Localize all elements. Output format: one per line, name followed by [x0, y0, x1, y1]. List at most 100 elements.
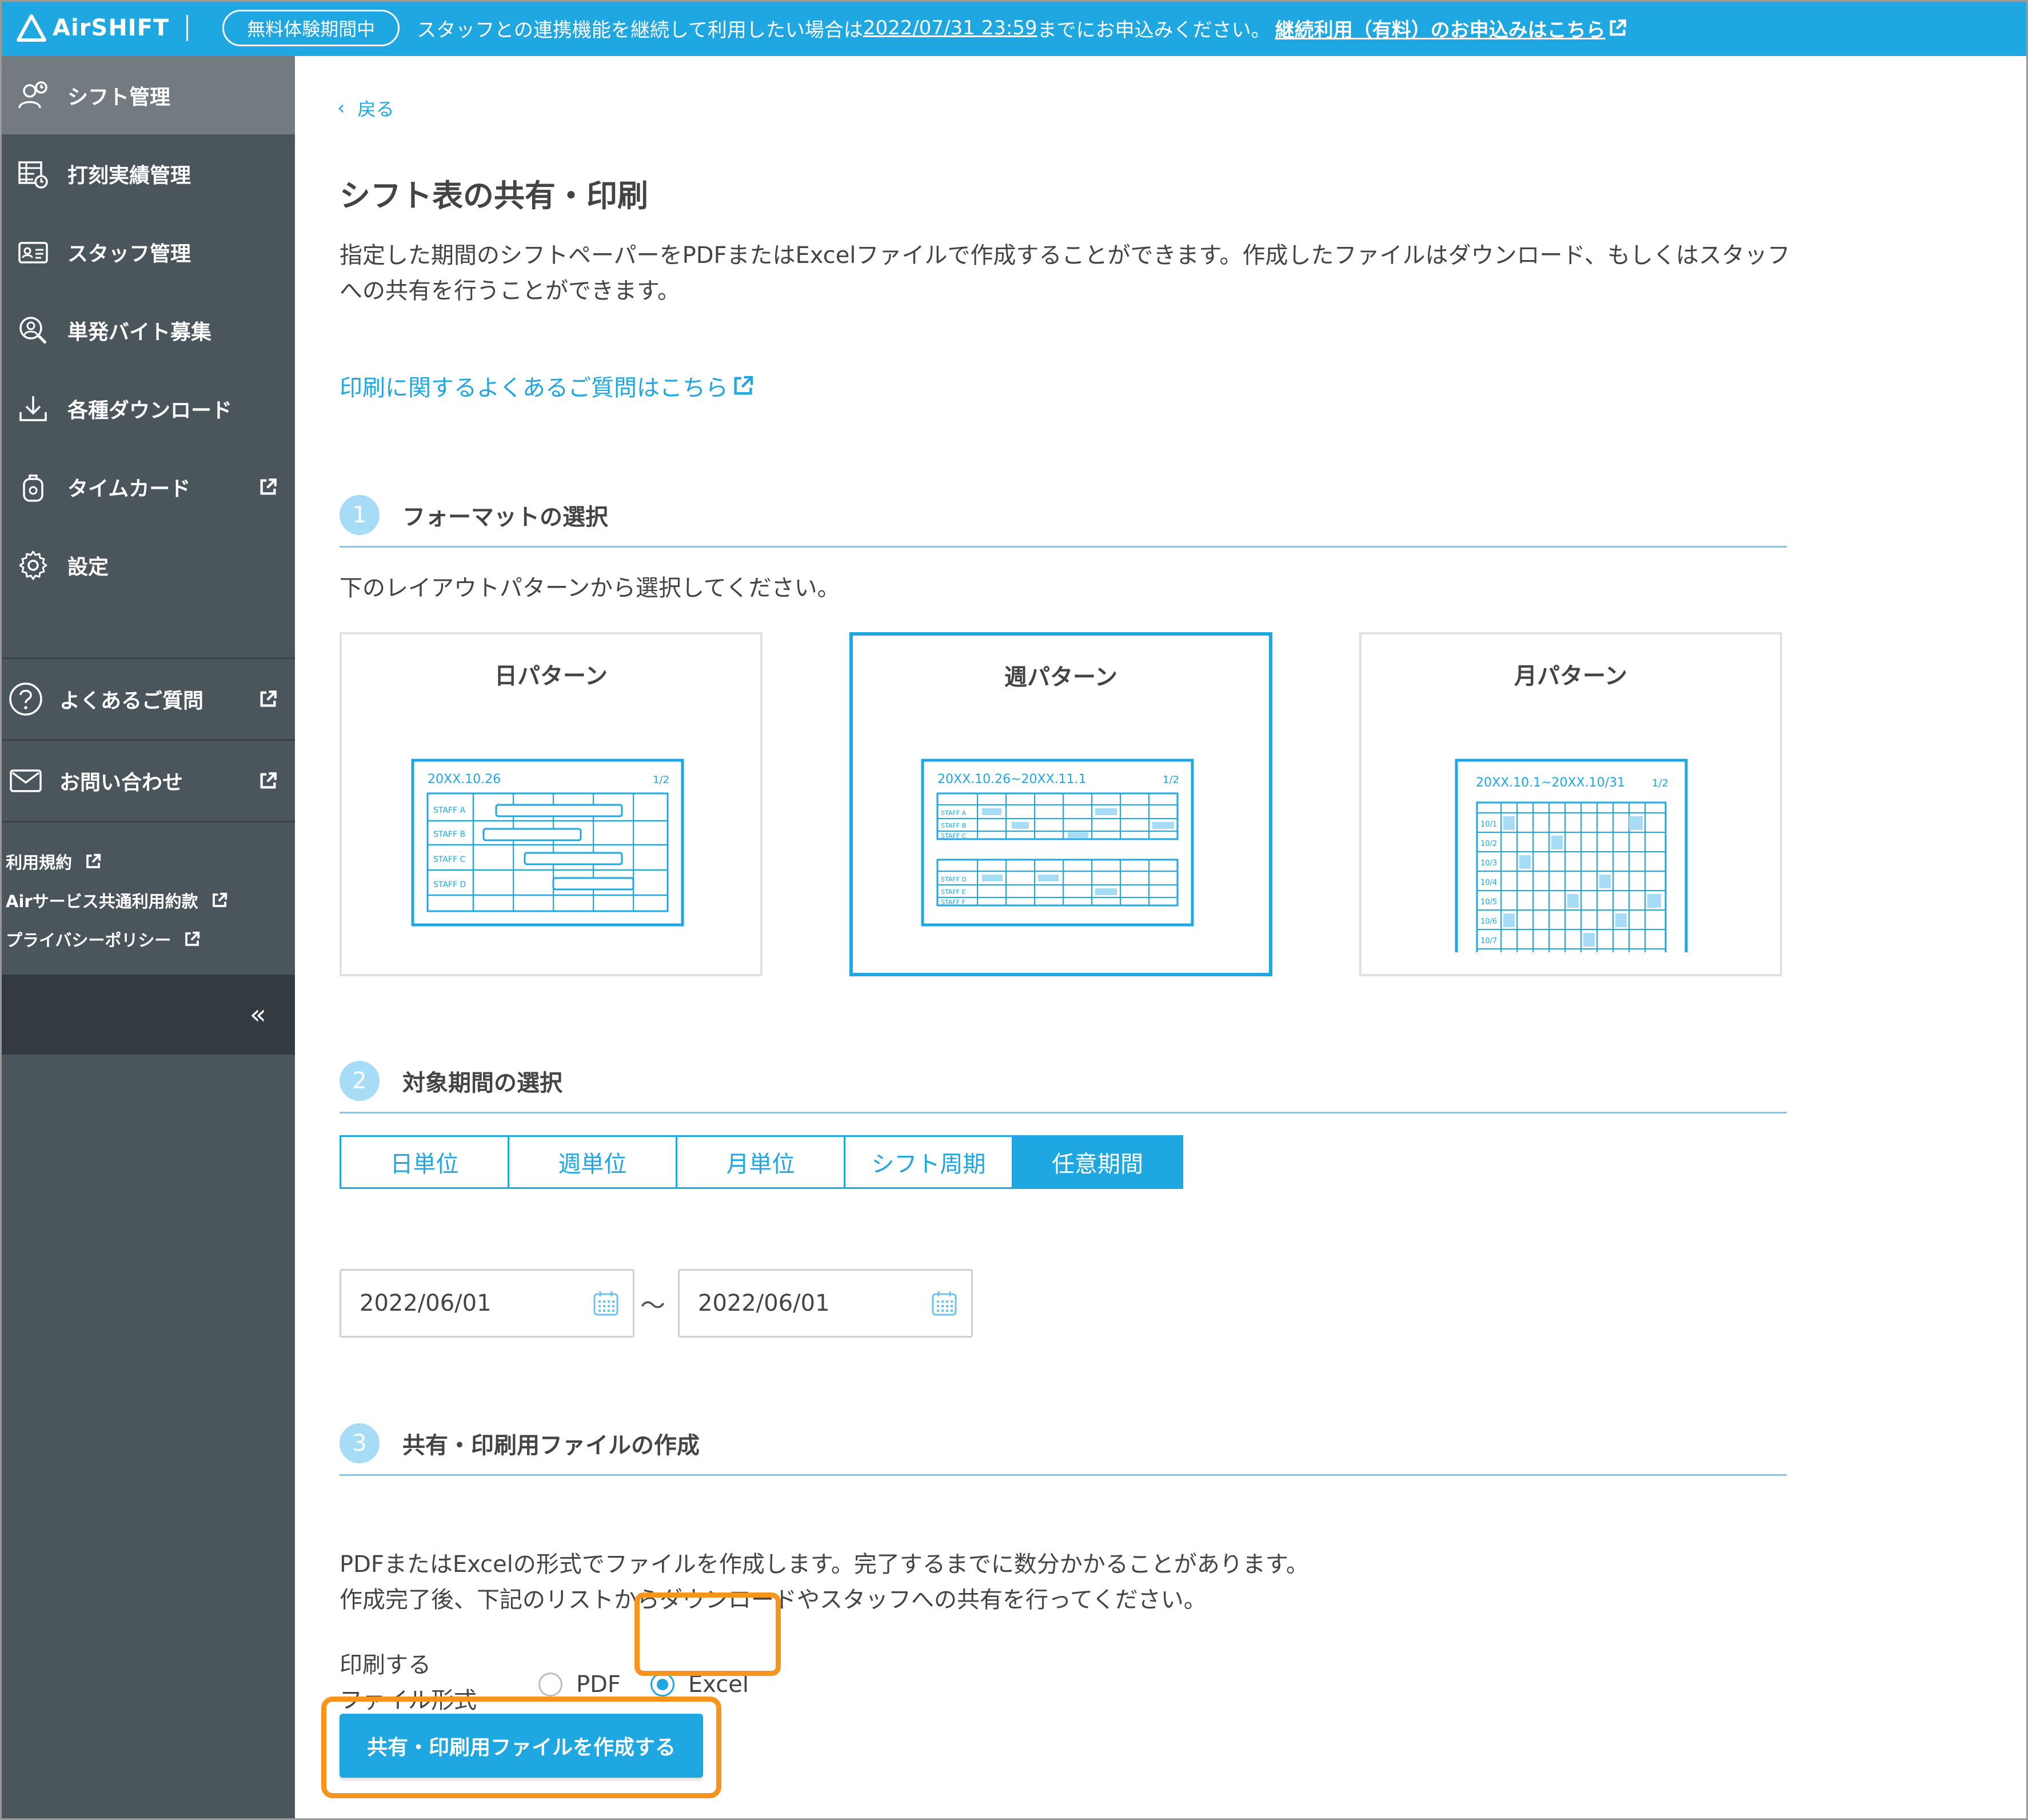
preview-page: 1/2 [1652, 777, 1668, 789]
preview-day: 10/3 [1480, 859, 1497, 868]
calendar-icon[interactable] [930, 1289, 959, 1318]
pattern-card-day[interactable]: 日パターン 20XX.10.26 1/2 STAFF A STAFF B STA… [340, 632, 763, 976]
sidebar-item-settings[interactable]: 設定 [0, 526, 295, 604]
tab-shift-cycle[interactable]: シフト周期 [845, 1137, 1013, 1187]
step3-desc-line1: PDFまたはExcelの形式でファイルを作成します。完了するまでに数分かかること… [340, 1551, 1309, 1578]
intro-text: 指定した期間のシフトペーパーをPDFまたはExcelファイルで作成することができ… [340, 242, 1790, 304]
step-number: 2 [340, 1060, 380, 1101]
preview-day: 10/7 [1480, 937, 1497, 945]
start-date-input[interactable]: 2022/06/01 [340, 1269, 634, 1338]
airshift-logo-icon [17, 14, 46, 42]
banner-message: スタッフとの連携機能を継続して利用したい場合は 2022/07/31 23:59… [417, 14, 1627, 42]
radio-label: PDF [576, 1671, 621, 1698]
preview-staff: STAFF A [433, 806, 465, 815]
step3-description: PDFまたはExcelの形式でファイルを作成します。完了するまでに数分かかること… [340, 1547, 1309, 1618]
preview-day: 10/1 [1480, 820, 1497, 829]
sidebar-item-label: タイムカード [67, 477, 191, 501]
sidebar-item-faq[interactable]: よくあるご質問 [0, 659, 295, 739]
preview-staff: STAFF B [941, 822, 966, 829]
chevron-double-left-icon: « [249, 999, 266, 1031]
help-icon [9, 682, 42, 716]
preview-staff: STAFF C [941, 832, 967, 840]
preview-staff: STAFF F [941, 899, 965, 906]
external-link-icon [260, 772, 277, 789]
sidebar-item-label: 打刻実績管理 [67, 163, 191, 187]
sidebar-collapse-button[interactable]: « [0, 975, 295, 1055]
back-link[interactable]: ‹ 戻る [337, 95, 394, 121]
staff-card-icon [18, 241, 48, 264]
start-date-value: 2022/06/01 [360, 1290, 492, 1316]
external-link-icon [260, 478, 277, 494]
calendar-icon[interactable] [592, 1289, 620, 1318]
banner-message-before: スタッフとの連携機能を継続して利用したい場合は [417, 18, 863, 42]
pattern-card-week[interactable]: 週パターン 20XX.10.26~20XX.11.1 1/2 STAFF A S… [849, 632, 1272, 976]
preview-staff: STAFF D [433, 880, 466, 889]
sidebar-item-label: シフト管理 [67, 85, 171, 109]
date-range-separator: 〜 [640, 1291, 665, 1320]
tab-weekly[interactable]: 週単位 [509, 1137, 677, 1187]
tab-custom-period[interactable]: 任意期間 [1013, 1137, 1181, 1187]
preview-staff: STAFF C [433, 855, 465, 864]
sidebar-item-staff[interactable]: スタッフ管理 [0, 213, 295, 291]
sidebar-item-label: 各種ダウンロード [67, 398, 233, 422]
external-link-icon [734, 376, 753, 395]
pattern-title: 月パターン [1514, 663, 1627, 689]
sidebar-item-recruit[interactable]: 単発バイト募集 [0, 291, 295, 369]
step-number: 3 [340, 1423, 380, 1463]
end-date-input[interactable]: 2022/06/01 [678, 1269, 973, 1338]
preview-staff: STAFF B [433, 830, 465, 839]
sidebar-item-downloads[interactable]: 各種ダウンロード [0, 369, 295, 448]
gear-icon [19, 550, 47, 580]
external-link-icon [212, 892, 227, 907]
external-link-icon [185, 931, 200, 946]
page-title: シフト表の共有・印刷 [340, 178, 648, 214]
recruit-search-icon [19, 316, 47, 344]
main-content: ‹ 戻る シフト表の共有・印刷 指定した期間のシフトペーパーをPDFまたはExc… [295, 56, 2028, 1820]
sidebar-item-label: お問い合わせ [59, 771, 183, 795]
sidebar-item-timecard[interactable]: タイムカード [0, 448, 295, 526]
privacy-policy-link[interactable]: プライバシーポリシー [6, 920, 295, 959]
preview-day: 10/6 [1480, 917, 1497, 926]
legal-link-label: プライバシーポリシー [6, 931, 171, 950]
legal-links: 利用規約 Airサービス共通利用約款 プライバシーポリシー [0, 823, 295, 975]
banner-message-after: までにお申込みください。 [1037, 18, 1271, 42]
sidebar-item-contact[interactable]: お問い合わせ [0, 741, 295, 821]
step1-description: 下のレイアウトパターンから選択してください。 [340, 575, 840, 601]
sidebar-item-attendance[interactable]: 打刻実績管理 [0, 134, 295, 213]
end-date-value: 2022/06/01 [698, 1290, 830, 1316]
radio-circle[interactable] [650, 1673, 674, 1697]
step-title: フォーマットの選択 [402, 504, 608, 530]
banner-deadline: 2022/07/31 23:59 [863, 17, 1037, 39]
sidebar-item-shift[interactable]: シフト管理 [0, 56, 295, 134]
sidebar: シフト管理 打刻実績管理 スタッフ管理 単発バイト募集 各種ダウンロード タイム… [0, 56, 295, 1820]
step1-header: 1 フォーマットの選択 [340, 484, 1787, 548]
format-radio-pdf[interactable]: PDF [538, 1671, 621, 1698]
download-icon [19, 396, 47, 421]
apply-link[interactable]: 継続利用（有料）のお申込みはこちら [1275, 14, 1627, 42]
sidebar-item-label: スタッフ管理 [67, 242, 191, 266]
airshift-logo[interactable]: AirSHIFT [16, 0, 169, 56]
step3-desc-line2: 作成完了後、下記のリストからダウンロードやスタッフへの共有を行ってください。 [340, 1587, 1207, 1613]
sidebar-item-label: 設定 [67, 555, 109, 579]
tab-daily[interactable]: 日単位 [341, 1137, 509, 1187]
terms-link[interactable]: 利用規約 [6, 842, 295, 881]
legal-link-label: Airサービス共通利用約款 [6, 892, 198, 911]
step2-header: 2 対象期間の選択 [340, 1049, 1787, 1113]
air-service-terms-link[interactable]: Airサービス共通利用約款 [6, 881, 295, 920]
preview-day: 10/4 [1480, 879, 1497, 887]
pattern-card-month[interactable]: 月パターン 20XX.10.1~20XX.10/31 1/2 10/1 10/2… [1359, 632, 1782, 976]
month-pattern-preview: 20XX.10.1~20XX.10/31 1/2 10/1 10/2 10/3 [1455, 759, 1688, 952]
preview-staff: STAFF D [941, 876, 967, 883]
preview-day: 10/2 [1480, 840, 1497, 848]
week-pattern-preview: 20XX.10.26~20XX.11.1 1/2 STAFF A STAFF B… [921, 759, 1194, 927]
timecard-icon [23, 474, 43, 502]
preview-date: 20XX.10.26~20XX.11.1 [937, 772, 1087, 787]
print-faq-link[interactable]: 印刷に関するよくあるご質問はこちら [340, 369, 754, 402]
tab-monthly[interactable]: 月単位 [677, 1137, 845, 1187]
faq-link-text: 印刷に関するよくあるご質問はこちら [340, 375, 728, 401]
preview-day: 10/5 [1480, 898, 1497, 907]
external-link-icon [1610, 19, 1626, 36]
preview-staff: STAFF A [941, 809, 967, 817]
radio-circle[interactable] [538, 1673, 562, 1697]
clock-table-icon [18, 161, 48, 189]
